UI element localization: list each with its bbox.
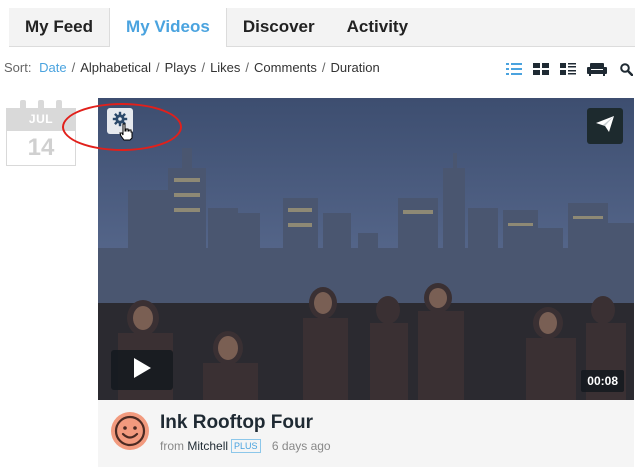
video-title[interactable]: Ink Rooftop Four xyxy=(160,412,313,434)
tab-my-videos[interactable]: My Videos xyxy=(109,8,227,47)
search-icon[interactable] xyxy=(617,61,635,77)
tab-discover[interactable]: Discover xyxy=(227,8,331,46)
sort-separator: / xyxy=(245,60,250,75)
sort-option-likes[interactable]: Likes xyxy=(210,60,240,75)
paper-plane-icon xyxy=(595,115,615,138)
sort-label: Sort: xyxy=(4,60,32,75)
video-thumbnail[interactable]: 00:08 xyxy=(98,98,634,400)
play-icon xyxy=(132,357,152,384)
upload-age: 6 days ago xyxy=(271,439,331,453)
play-button[interactable] xyxy=(111,350,173,390)
video-duration: 00:08 xyxy=(581,370,624,392)
share-button[interactable] xyxy=(587,108,623,144)
main-tabs: My Feed My Videos Discover Activity xyxy=(9,8,635,47)
couch-mode-icon[interactable] xyxy=(586,61,608,77)
highlight-circle xyxy=(62,103,182,151)
tab-activity[interactable]: Activity xyxy=(331,8,424,46)
plus-badge: PLUS xyxy=(231,439,261,453)
sort-separator: / xyxy=(71,60,76,75)
sort-separator: / xyxy=(321,60,326,75)
list-view-icon[interactable] xyxy=(505,61,523,77)
sort-option-comments[interactable]: Comments xyxy=(254,60,317,75)
view-toggle-group xyxy=(505,59,635,79)
smiley-face-icon xyxy=(114,415,146,447)
sort-separator: / xyxy=(156,60,160,75)
from-label: from xyxy=(160,439,184,453)
avatar[interactable] xyxy=(111,412,149,450)
sort-option-date[interactable]: Date xyxy=(39,60,66,75)
sort-separator: / xyxy=(201,60,206,75)
tab-my-feed[interactable]: My Feed xyxy=(9,8,109,46)
sort-option-plays[interactable]: Plays xyxy=(165,60,197,75)
video-meta: from Mitchell PLUS 6 days ago xyxy=(160,439,331,453)
grid-view-icon[interactable] xyxy=(532,61,550,77)
sort-option-alphabetical[interactable]: Alphabetical xyxy=(80,60,151,75)
city-skyline-photo xyxy=(98,98,634,400)
sort-option-duration[interactable]: Duration xyxy=(331,60,380,75)
detail-view-icon[interactable] xyxy=(559,61,577,77)
video-info: Ink Rooftop Four from Mitchell PLUS 6 day… xyxy=(98,400,634,467)
author-link[interactable]: Mitchell xyxy=(187,439,228,453)
